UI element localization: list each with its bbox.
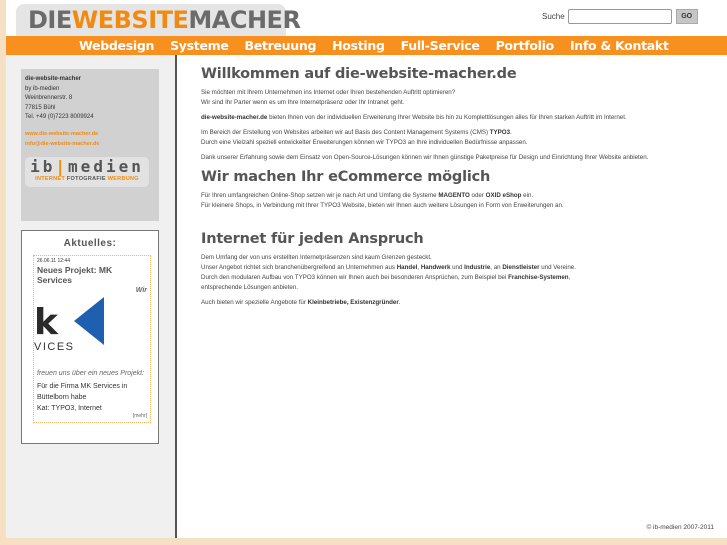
news-body-line1: Für die Firma MK Services in xyxy=(37,383,128,390)
ecommerce-paragraph: Für Ihren umfangreichen Online-Shop setz… xyxy=(201,191,711,211)
text: , xyxy=(568,274,571,281)
contact-phone: Tel. +49 (0)7223 8009924 xyxy=(25,114,94,120)
bold-text: die-website-macher.de xyxy=(201,114,268,121)
welcome-paragraph-3: Im Bereich der Erstellung von Websites a… xyxy=(201,128,711,148)
footer-copyright: © ib-medien 2007-2011 xyxy=(646,524,714,531)
text: Sie möchten mit Ihrem Unternehmen ins In… xyxy=(201,89,456,96)
page: DIEWEBSITEMACHER Suche GO Webdesign Syst… xyxy=(6,0,727,538)
bold-text: Handel xyxy=(396,264,418,271)
ib-logo-bar: | xyxy=(55,156,69,176)
sidebar: die-website-macher by ib-medien Weinbren… xyxy=(6,55,177,538)
search-input[interactable] xyxy=(567,9,672,24)
text: oder xyxy=(469,192,486,199)
mk-logo-triangle-icon xyxy=(74,297,104,345)
contact-city: 77815 Bühl xyxy=(25,104,56,111)
ib-logo-left: ib xyxy=(30,156,56,176)
search-label: Suche xyxy=(542,12,565,21)
text: . xyxy=(510,129,512,136)
section-title-welcome: Willkommen auf die-website-macher.de xyxy=(201,66,517,82)
contact-web-link[interactable]: www.die-website-macher.de xyxy=(25,129,155,139)
text: Für kleinere Shops, in Verbindung mit Ih… xyxy=(201,202,564,209)
news-more-link[interactable]: [mehr] xyxy=(133,413,147,419)
news-category: Kat: TYPO3, Internet xyxy=(37,405,102,412)
nav-item-info-kontakt[interactable]: Info & Kontakt xyxy=(570,38,669,53)
bold-text: MAGENTO xyxy=(438,192,470,199)
logo-part-die: DIE xyxy=(28,6,72,34)
contact-by: by ib-medien xyxy=(25,85,60,92)
internet-paragraph-2: Auch bieten wir spezielle Angebote für K… xyxy=(201,298,711,308)
text: Auch bieten wir spezielle Angebote für xyxy=(201,299,308,306)
news-wir: Wir xyxy=(135,287,147,294)
news-box: Aktuelles: 26.06.11 12:44 Neues Projekt:… xyxy=(21,230,159,444)
bold-text: TYPO3 xyxy=(489,129,511,136)
nav-item-systeme[interactable]: Systeme xyxy=(170,38,229,53)
text: , an xyxy=(490,264,503,271)
news-heading[interactable]: Neues Projekt: MK Services xyxy=(37,265,147,285)
logo-part-website: WEBSITE xyxy=(71,6,189,34)
news-body-line2: Büttelborn habe xyxy=(37,394,87,401)
mk-logo-k: k xyxy=(34,302,58,343)
site-logo[interactable]: DIEWEBSITEMACHER xyxy=(16,4,301,36)
contact-name: die-website-macher xyxy=(25,76,82,82)
welcome-paragraph-2: die-website-macher.de bieten Ihnen von d… xyxy=(201,113,711,123)
ib-logo-werbung: WERBUNG xyxy=(107,175,139,182)
section-title-ecommerce: Wir machen Ihr eCommerce möglich xyxy=(201,169,491,185)
text: und xyxy=(450,264,465,271)
text: entsprechende Lösungen anbieten. xyxy=(201,284,299,291)
search-go-button[interactable]: GO xyxy=(675,9,698,24)
ib-medien-logo[interactable]: ib|medien INTERNET FOTOGRAFIE WERBUNG xyxy=(25,156,149,187)
welcome-paragraph-4: Dank unserer Erfahrung sowie dem Einsatz… xyxy=(201,154,649,161)
news-teaser: freuen uns über ein neues Projekt: xyxy=(37,370,145,377)
welcome-paragraph-1: Sie möchten mit Ihrem Unternehmen ins In… xyxy=(201,88,711,108)
bold-text: Dienstleister xyxy=(502,264,540,271)
mk-logo-vices: VICES xyxy=(34,341,75,353)
ib-logo-internet: INTERNET xyxy=(35,175,66,182)
section-title-internet: Internet für jeden Anspruch xyxy=(201,231,424,247)
contact-box: die-website-macher by ib-medien Weinbren… xyxy=(21,69,159,221)
text: und Vereine. xyxy=(539,264,576,271)
main-nav: Webdesign Systeme Betreuung Hosting Full… xyxy=(6,36,727,55)
text: Im Bereich der Erstellung von Websites a… xyxy=(201,129,490,136)
internet-paragraph-1: Dem Umfang der von uns erstellten Intern… xyxy=(201,253,711,293)
news-box-title: Aktuelles: xyxy=(63,238,117,249)
text: Für Ihren umfangreichen Online-Shop setz… xyxy=(201,192,439,199)
nav-item-betreuung[interactable]: Betreuung xyxy=(245,38,317,53)
ib-logo-fotografie: FOTOGRAFIE xyxy=(66,175,106,182)
text: . xyxy=(398,299,401,306)
contact-street: Weinbrennerstr. 8 xyxy=(25,95,73,101)
nav-item-portfolio[interactable]: Portfolio xyxy=(496,38,555,53)
text: ein. xyxy=(521,192,534,199)
search-form: Suche GO xyxy=(542,9,698,24)
nav-item-hosting[interactable]: Hosting xyxy=(332,38,385,53)
bold-text: OXID eShop xyxy=(485,192,522,199)
nav-item-webdesign[interactable]: Webdesign xyxy=(79,38,154,53)
bold-text: Industrie xyxy=(464,264,491,271)
mk-services-logo: k VICES xyxy=(34,297,114,359)
logo-part-macher: MACHER xyxy=(188,6,301,34)
ib-logo-right: medien xyxy=(68,156,144,176)
bold-text: Handwerk xyxy=(420,264,451,271)
main-content: Willkommen auf die-website-macher.de Sie… xyxy=(201,66,711,313)
text: Unser Angebot richtet sich branchenüberg… xyxy=(201,264,397,271)
header: DIEWEBSITEMACHER Suche GO xyxy=(6,0,727,36)
bold-text: Kleinbetriebe, Existenzgründer xyxy=(307,299,399,306)
news-date: 26.06.11 12:44 xyxy=(37,258,70,264)
contact-email-link[interactable]: info@die-website-macher.de xyxy=(25,139,155,149)
text: Dem Umfang der von uns erstellten Intern… xyxy=(201,254,432,261)
nav-item-full-service[interactable]: Full-Service xyxy=(401,38,480,53)
news-item: 26.06.11 12:44 Neues Projekt: MK Service… xyxy=(33,255,151,423)
text: bieten Ihnen von der individuellen Erwei… xyxy=(267,114,627,121)
bold-text: Franchise-Systemen xyxy=(508,274,569,281)
text: Durch den modularen Aufbau von TYPO3 kön… xyxy=(201,274,509,281)
text: Wir sind Ihr Parter wenn es um Ihre Inte… xyxy=(201,99,405,106)
text: Durch eine Vielzahl speziell entwickelte… xyxy=(201,139,528,146)
